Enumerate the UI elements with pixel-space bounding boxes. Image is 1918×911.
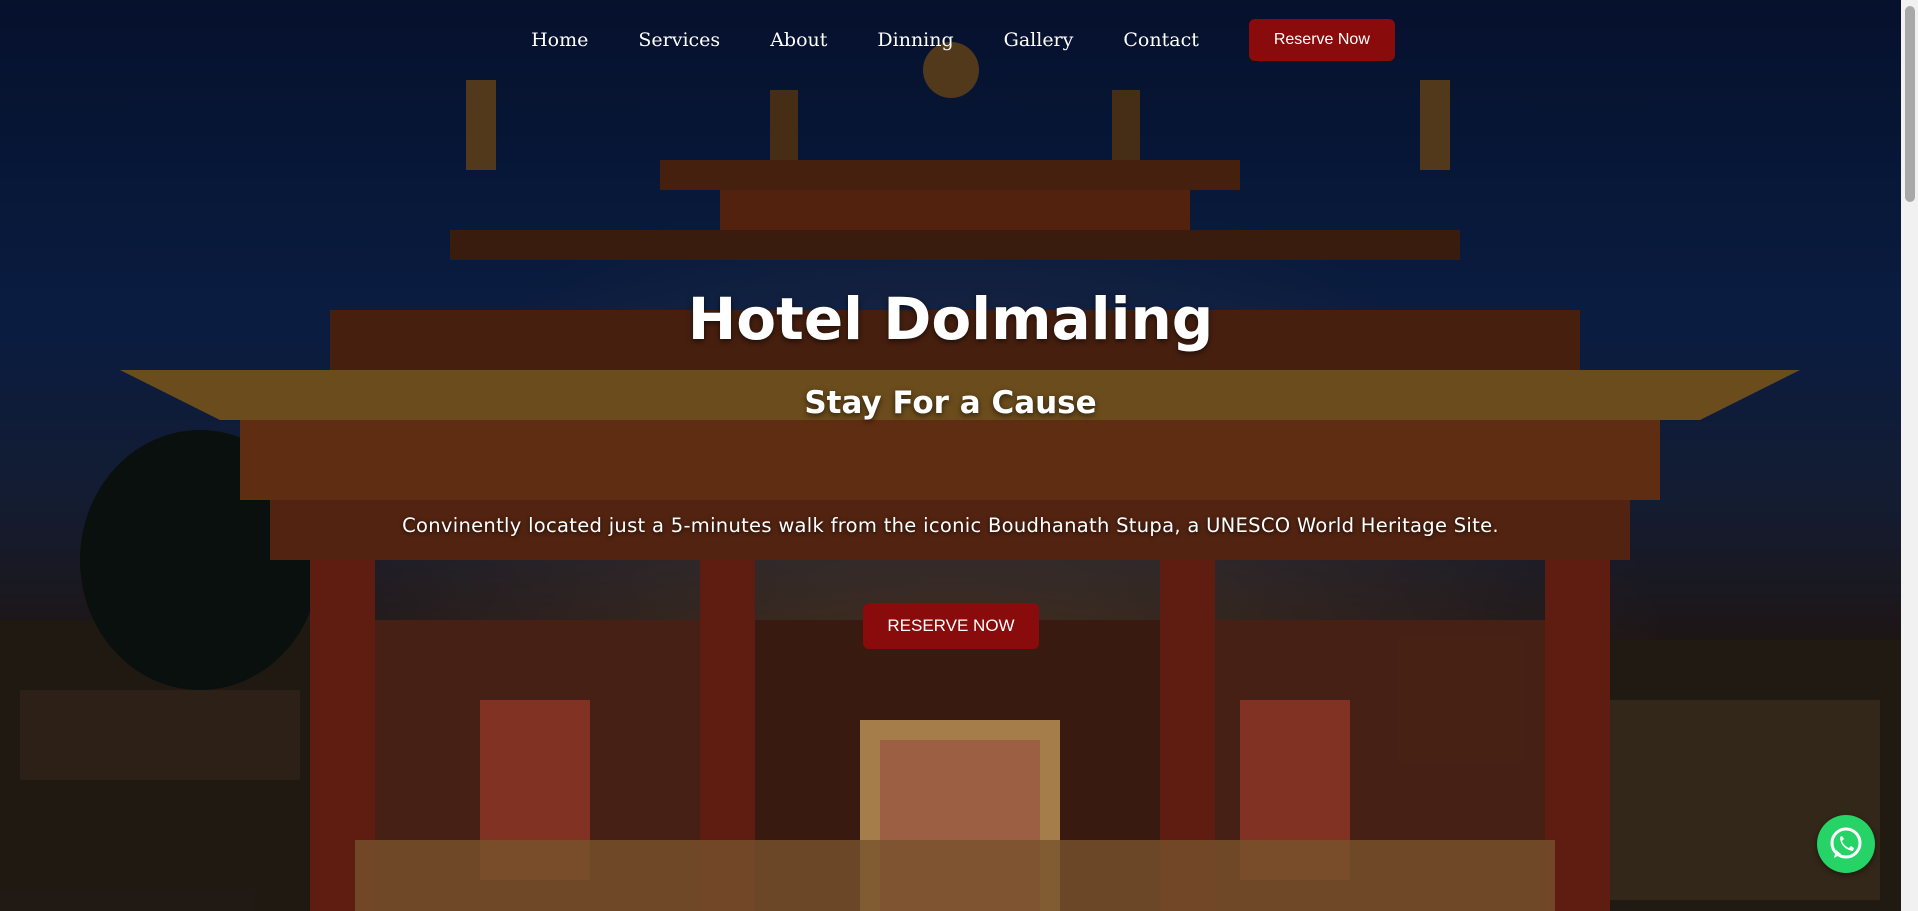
scrollbar-thumb[interactable] (1905, 6, 1915, 202)
nav-services[interactable]: Services (638, 29, 720, 51)
whatsapp-icon (1830, 827, 1862, 859)
whatsapp-button[interactable] (1817, 815, 1875, 873)
nav-dinning[interactable]: Dinning (877, 29, 953, 51)
page-scrollbar[interactable] (1901, 0, 1918, 911)
nav-reserve-button[interactable]: Reserve Now (1248, 19, 1395, 61)
hero-overlay (0, 0, 1901, 911)
hero-subtitle: Stay For a Cause (804, 385, 1097, 421)
hero-reserve-button[interactable]: RESERVE NOW (863, 603, 1039, 649)
hero-title: Hotel Dolmaling (687, 285, 1214, 353)
nav-about[interactable]: About (770, 29, 827, 51)
nav-gallery[interactable]: Gallery (1004, 29, 1074, 51)
nav-home[interactable]: Home (531, 29, 588, 51)
hero-description: Convinently located just a 5-minutes wal… (402, 514, 1499, 537)
main-navigation: Home Services About Dinning Gallery Cont… (0, 18, 1901, 62)
nav-contact[interactable]: Contact (1123, 29, 1198, 51)
hero-section: Home Services About Dinning Gallery Cont… (0, 0, 1901, 911)
